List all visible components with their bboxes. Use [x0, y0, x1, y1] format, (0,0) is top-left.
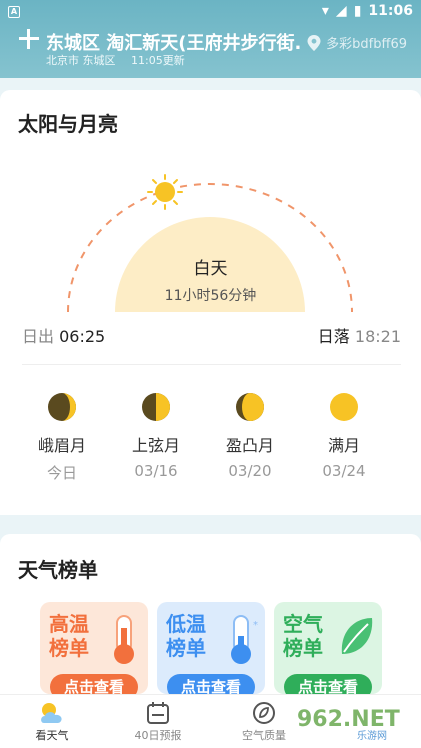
watermark-text: 962.NET	[297, 707, 400, 732]
nav-item-weather[interactable]: 看天气	[12, 695, 92, 748]
full-moon-icon	[330, 393, 358, 421]
sunrise: 日出 06:25	[22, 323, 105, 347]
update-time: 11:05更新	[131, 54, 185, 67]
waxing-crescent-moon-icon	[48, 393, 76, 421]
leaf-icon	[341, 618, 373, 654]
location-button[interactable]: 多彩bdfbff69	[307, 33, 407, 52]
moon-phase-date: 03/16	[134, 462, 178, 480]
header-bar: A ▾ ◢ ▮ 11:06 东城区 淘汇新天(王府井步行街.. 北京市 东城区 …	[0, 0, 421, 78]
day-length: 11小时56分钟	[164, 288, 257, 304]
moon-phase-item: 峨眉月 今日	[22, 392, 102, 483]
air-quality-leaf-icon	[253, 702, 275, 724]
ranking-card-title: 高温榜单	[49, 612, 89, 660]
sun-icon	[147, 174, 183, 210]
sunrise-time: 06:25	[59, 327, 106, 346]
sun-moon-card: 太阳与月亮 白天 11小时56分钟 日出 06:25 日落 18:21 峨眉月 …	[0, 90, 421, 515]
status-time: 11:06	[368, 3, 413, 19]
first-quarter-moon-icon	[142, 393, 170, 421]
rankings-title: 天气榜单	[18, 558, 98, 582]
daytime-label: 白天	[193, 259, 228, 279]
ranking-card-title: 空气榜单	[283, 612, 323, 660]
waxing-gibbous-moon-icon	[236, 393, 264, 421]
moon-phase-date: 今日	[46, 464, 77, 482]
watermark-sub: 乐游网	[357, 729, 387, 742]
view-air-quality-button[interactable]: 点击查看	[284, 674, 372, 694]
nav-label: 40日预报	[134, 729, 182, 742]
ranking-card-title: 低温榜单	[166, 612, 206, 660]
battery-icon: ▮	[353, 3, 362, 19]
weather-icon	[41, 703, 62, 723]
view-low-temp-button[interactable]: 点击查看	[167, 674, 255, 694]
moon-phase-item: 上弦月 03/16	[116, 392, 196, 480]
weather-rankings-card: 天气榜单 高温榜单 点击查看 低温榜单 * 点击查看 空气榜单 点击查看	[0, 534, 421, 694]
wifi-icon: ▾	[321, 3, 329, 19]
sunset: 日落 18:21	[318, 323, 401, 347]
thermometer-hot-icon	[114, 615, 134, 664]
thermometer-cold-icon: *	[231, 615, 258, 664]
moon-phase-list: 峨眉月 今日 上弦月 03/16 盈凸月 03/20 满月 03/24	[0, 392, 421, 492]
moon-phase-item: 满月 03/24	[304, 392, 384, 480]
view-high-temp-button[interactable]: 点击查看	[50, 674, 138, 694]
sunrise-label: 日出	[22, 327, 55, 346]
sunset-label: 日落	[317, 327, 350, 346]
moon-phase-date: 03/20	[228, 462, 272, 480]
moon-phase-name: 峨眉月	[37, 436, 86, 455]
nav-item-40day[interactable]: 40日预报	[118, 695, 198, 748]
moon-phase-item: 盈凸月 03/20	[210, 392, 290, 480]
air-quality-ranking-card[interactable]: 空气榜单 点击查看	[274, 602, 382, 694]
divider	[22, 364, 401, 365]
moon-phase-name: 满月	[327, 436, 360, 455]
site-watermark: 962.NET 乐游网	[289, 702, 415, 742]
sunset-time: 18:21	[354, 327, 401, 346]
high-temp-ranking-card[interactable]: 高温榜单 点击查看	[40, 602, 148, 694]
status-bar: A ▾ ◢ ▮ 11:06	[0, 0, 421, 24]
nav-label: 看天气	[35, 729, 69, 742]
calendar-icon	[147, 702, 169, 724]
location-label: 多彩bdfbff69	[326, 37, 407, 52]
moon-phase-name: 盈凸月	[225, 436, 274, 455]
add-city-icon[interactable]	[18, 28, 40, 50]
low-temp-ranking-card[interactable]: 低温榜单 * 点击查看	[157, 602, 265, 694]
location-pin-icon	[307, 34, 321, 51]
region-text: 北京市 东城区	[46, 54, 116, 67]
moon-phase-name: 上弦月	[131, 436, 180, 455]
svg-text:*: *	[253, 620, 258, 631]
signal-icon: ◢	[335, 3, 347, 19]
app-notification-icon: A	[8, 6, 20, 18]
location-subtitle: 北京市 东城区 11:05更新	[46, 52, 197, 68]
moon-phase-date: 03/24	[322, 462, 366, 480]
